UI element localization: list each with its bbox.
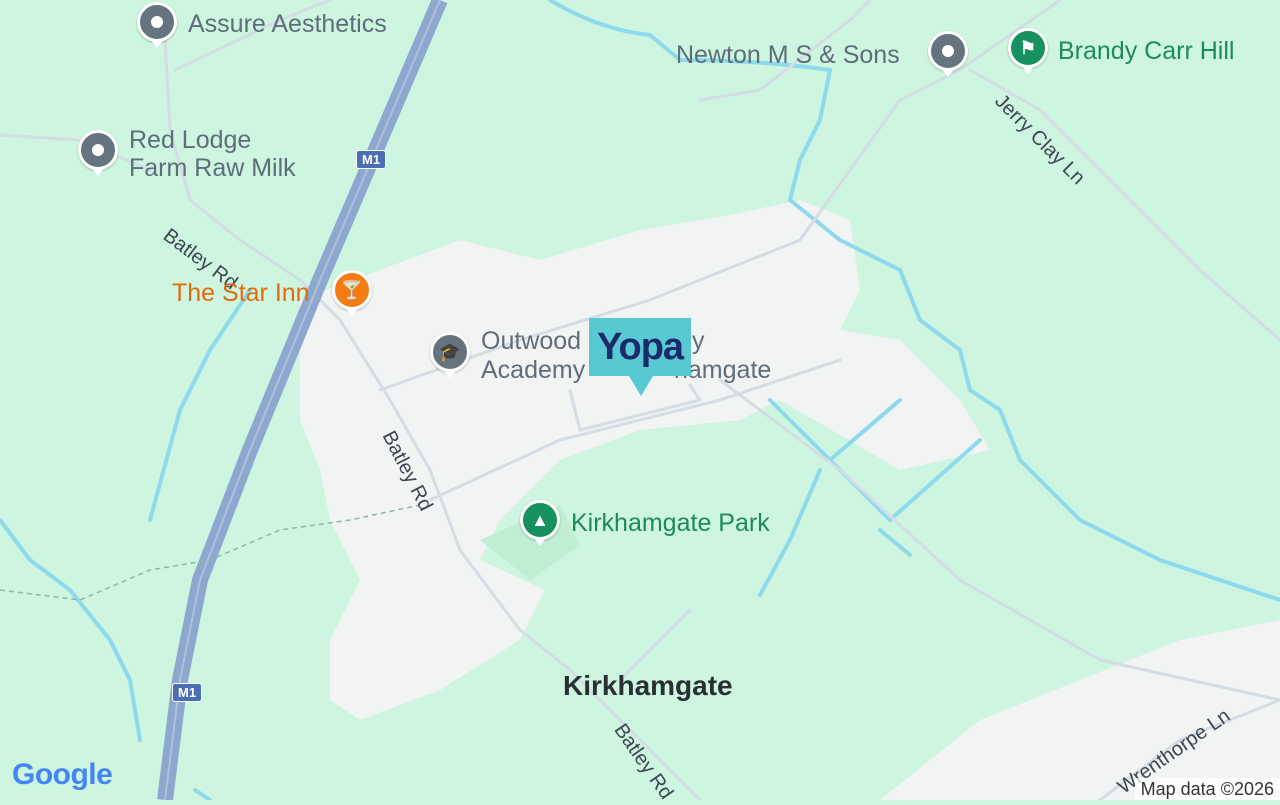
poi-marker-kirkhamgate-park[interactable]: ▲ [520, 500, 560, 546]
location-dot-icon [151, 16, 163, 28]
google-logo-text: Google [12, 758, 113, 791]
poi-marker-star-inn[interactable]: 🍸 [332, 270, 372, 316]
graduation-cap-icon: 🎓 [438, 342, 462, 362]
poi-label-kirkhamgate-park[interactable]: Kirkhamgate Park [571, 509, 770, 537]
poi-marker-assure-aesthetics[interactable] [137, 2, 177, 48]
yopa-location-marker[interactable]: Yopa [589, 318, 691, 396]
poi-marker-brandy-carr-hill[interactable]: ⚑ [1008, 28, 1048, 74]
m1-shield-bottom: M1 [172, 683, 203, 702]
yopa-marker-label: Yopa [596, 325, 684, 368]
hiking-icon: ⚑ [1019, 38, 1037, 58]
cocktail-icon: 🍸 [340, 280, 364, 300]
place-label-kirkhamgate: Kirkhamgate [563, 670, 733, 701]
google-logo[interactable]: Google [12, 758, 113, 792]
location-dot-icon [92, 144, 104, 156]
poi-label-outwood-line2[interactable]: Academy [481, 356, 585, 384]
poi-label-assure-aesthetics[interactable]: Assure Aesthetics [188, 10, 387, 38]
poi-label-newton[interactable]: Newton M S & Sons [676, 41, 900, 69]
poi-label-star-inn[interactable]: The Star Inn [172, 279, 310, 307]
location-dot-icon [942, 45, 954, 57]
poi-marker-newton[interactable] [928, 31, 968, 77]
poi-label-red-lodge-line1[interactable]: Red Lodge [129, 126, 251, 154]
m1-shield-top: M1 [356, 150, 387, 169]
map-attribution[interactable]: Map data ©2026 [1134, 778, 1280, 800]
poi-label-brandy-carr-hill[interactable]: Brandy Carr Hill [1058, 37, 1234, 65]
poi-label-outwood-line1[interactable]: Outwood [481, 327, 581, 355]
poi-label-outwood-line1-tail[interactable]: y [692, 327, 705, 355]
poi-marker-outwood-academy[interactable]: 🎓 [430, 332, 470, 378]
poi-label-red-lodge-line2[interactable]: Farm Raw Milk [129, 154, 296, 182]
poi-marker-red-lodge[interactable] [78, 130, 118, 176]
tree-icon: ▲ [531, 510, 549, 530]
